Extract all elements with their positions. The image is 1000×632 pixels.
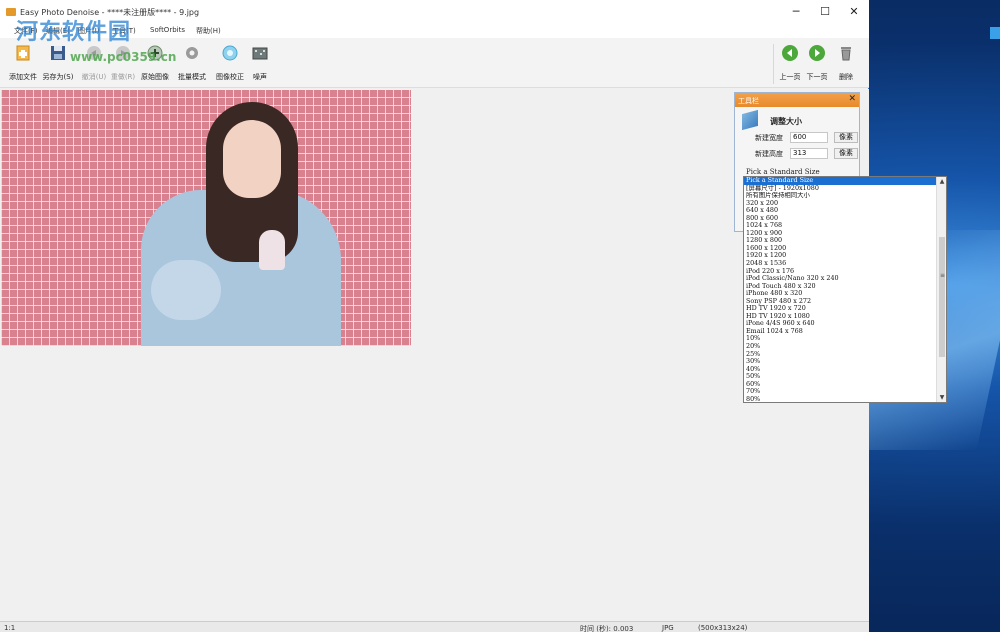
- scroll-down-icon[interactable]: ▼: [937, 393, 946, 402]
- dropdown-option[interactable]: iPod Classic/Nano 320 x 240: [744, 275, 937, 283]
- scroll-thumb[interactable]: [939, 237, 945, 357]
- undo-button[interactable]: 撤消(U): [80, 42, 108, 86]
- new-height-label: 新建高度: [755, 150, 783, 158]
- dropdown-option[interactable]: 2048 x 1536: [744, 260, 937, 268]
- zoom-level: 1:1: [4, 624, 16, 632]
- dropdown-option[interactable]: HD TV 1920 x 1080: [744, 313, 937, 321]
- dropdown-option[interactable]: 20%: [744, 343, 937, 351]
- add-file-label: 添加文件: [9, 73, 37, 81]
- dropdown-option[interactable]: 640 x 480: [744, 207, 937, 215]
- tool-panel-close-button[interactable]: ✕: [848, 94, 856, 104]
- previous-page-icon: [782, 45, 798, 61]
- dropdown-option[interactable]: [屏幕尺寸] - 1920x1080: [744, 185, 937, 193]
- menu-help[interactable]: 帮助(H): [196, 26, 221, 36]
- noise-button[interactable]: 噪声: [248, 42, 272, 86]
- dropdown-option[interactable]: 50%: [744, 373, 937, 381]
- dropdown-option[interactable]: 25%: [744, 351, 937, 359]
- dropdown-scrollbar[interactable]: ▲ ≡ ▼: [936, 177, 946, 402]
- redo-button[interactable]: 重做(R): [109, 42, 137, 86]
- dropdown-option[interactable]: iPone 4/4S 960 x 640: [744, 320, 937, 328]
- resize-title: 调整大小: [770, 117, 802, 126]
- photo-preview: [1, 90, 411, 346]
- dropdown-option[interactable]: 40%: [744, 366, 937, 374]
- watermark-url: www.pc0359.cn: [70, 50, 177, 64]
- dropdown-option[interactable]: 1280 x 800: [744, 237, 937, 245]
- dropdown-option[interactable]: iPhone 480 x 320: [744, 290, 937, 298]
- previous-page-label: 上一页: [779, 73, 801, 81]
- tool-panel-header: 工具栏 ✕: [735, 93, 859, 107]
- app-icon: [6, 8, 16, 16]
- original-image-label: 原始图像: [141, 73, 169, 81]
- standard-size-dropdown[interactable]: Pick a Standard Size [屏幕尺寸] - 1920x1080 所有…: [743, 176, 947, 403]
- height-unit-button[interactable]: 像素: [834, 148, 858, 159]
- delete-button[interactable]: 删除: [834, 42, 858, 86]
- image-correction-icon: [222, 45, 238, 61]
- watermark-title: 河东软件园: [16, 20, 132, 45]
- delete-label: 删除: [839, 73, 853, 81]
- dropdown-option[interactable]: iPod Touch 480 x 320: [744, 283, 937, 291]
- image-dimensions: (500x313x24): [698, 624, 748, 632]
- menu-softorbits[interactable]: SoftOrbits: [150, 26, 185, 34]
- dropdown-option[interactable]: 1024 x 768: [744, 222, 937, 230]
- width-unit-button[interactable]: 像素: [834, 132, 858, 143]
- undo-label: 撤消(U): [81, 73, 107, 81]
- scroll-up-icon[interactable]: ▲: [937, 177, 946, 186]
- scroll-grip-icon: ≡: [940, 272, 946, 279]
- standard-size-list: Pick a Standard Size [屏幕尺寸] - 1920x1080 所有…: [744, 177, 937, 402]
- save-as-button[interactable]: 另存为(S): [40, 42, 76, 86]
- save-as-icon: [51, 46, 65, 60]
- batch-mode-label: 批量模式: [178, 73, 206, 81]
- original-image-button[interactable]: 原始图像: [139, 42, 171, 86]
- dropdown-option[interactable]: 10%: [744, 335, 937, 343]
- status-bar: 1:1 时间 (秒): 0.003 JPG (500x313x24): [0, 621, 869, 632]
- save-as-label: 另存为(S): [42, 73, 74, 81]
- toolbar-separator: [773, 44, 774, 84]
- add-file-icon: [16, 45, 30, 61]
- photo-face-shape: [223, 120, 281, 198]
- dropdown-option[interactable]: 所有图片保持相同大小: [744, 192, 937, 200]
- maximize-button[interactable]: ☐: [814, 4, 836, 20]
- image-format: JPG: [662, 624, 674, 632]
- dropdown-option[interactable]: 1920 x 1200: [744, 252, 937, 260]
- dropdown-option[interactable]: 60%: [744, 381, 937, 389]
- next-page-icon: [809, 45, 825, 61]
- standard-size-label: Pick a Standard Size: [746, 168, 820, 176]
- process-time: 时间 (秒): 0.003: [580, 625, 634, 632]
- delete-icon: [841, 47, 851, 61]
- dropdown-option[interactable]: Sony PSP 480 x 272: [744, 298, 937, 306]
- redo-label: 重做(R): [110, 73, 136, 81]
- dropdown-option[interactable]: 1600 x 1200: [744, 245, 937, 253]
- batch-mode-icon: [186, 47, 198, 59]
- photo-arm-shape: [151, 260, 221, 320]
- resize-icon: [742, 109, 758, 131]
- tool-panel-title: 工具栏: [738, 97, 759, 105]
- dropdown-option[interactable]: 1200 x 900: [744, 230, 937, 238]
- next-page-button[interactable]: 下一页: [803, 42, 831, 86]
- noise-label: 噪声: [253, 73, 267, 81]
- dropdown-option[interactable]: 80%: [744, 396, 937, 402]
- dropdown-option[interactable]: 800 x 600: [744, 215, 937, 223]
- batch-mode-button[interactable]: 批量模式: [176, 42, 208, 86]
- dropdown-option[interactable]: 70%: [744, 388, 937, 396]
- new-height-input[interactable]: 313: [790, 148, 828, 159]
- noise-icon: [252, 47, 268, 60]
- previous-page-button[interactable]: 上一页: [776, 42, 804, 86]
- dropdown-option[interactable]: Email 1024 x 768: [744, 328, 937, 336]
- new-width-label: 新建宽度: [755, 134, 783, 142]
- desktop-icon[interactable]: [990, 27, 1000, 39]
- photo-ice-cream-shape: [259, 230, 285, 270]
- minimize-button[interactable]: ─: [785, 4, 807, 20]
- image-correction-label: 图像校正: [216, 73, 244, 81]
- dropdown-option[interactable]: 320 x 200: [744, 200, 937, 208]
- new-width-input[interactable]: 600: [790, 132, 828, 143]
- dropdown-option[interactable]: iPod 220 x 176: [744, 268, 937, 276]
- dropdown-option[interactable]: 30%: [744, 358, 937, 366]
- image-correction-button[interactable]: 图像校正: [214, 42, 246, 86]
- close-button[interactable]: ✕: [843, 4, 865, 20]
- add-file-button[interactable]: 添加文件: [6, 42, 40, 86]
- dropdown-option[interactable]: Pick a Standard Size: [744, 177, 937, 185]
- app-window: Easy Photo Denoise - ****未注册版**** - 9.jp…: [0, 0, 869, 632]
- next-page-label: 下一页: [806, 73, 828, 81]
- dropdown-option[interactable]: HD TV 1920 x 720: [744, 305, 937, 313]
